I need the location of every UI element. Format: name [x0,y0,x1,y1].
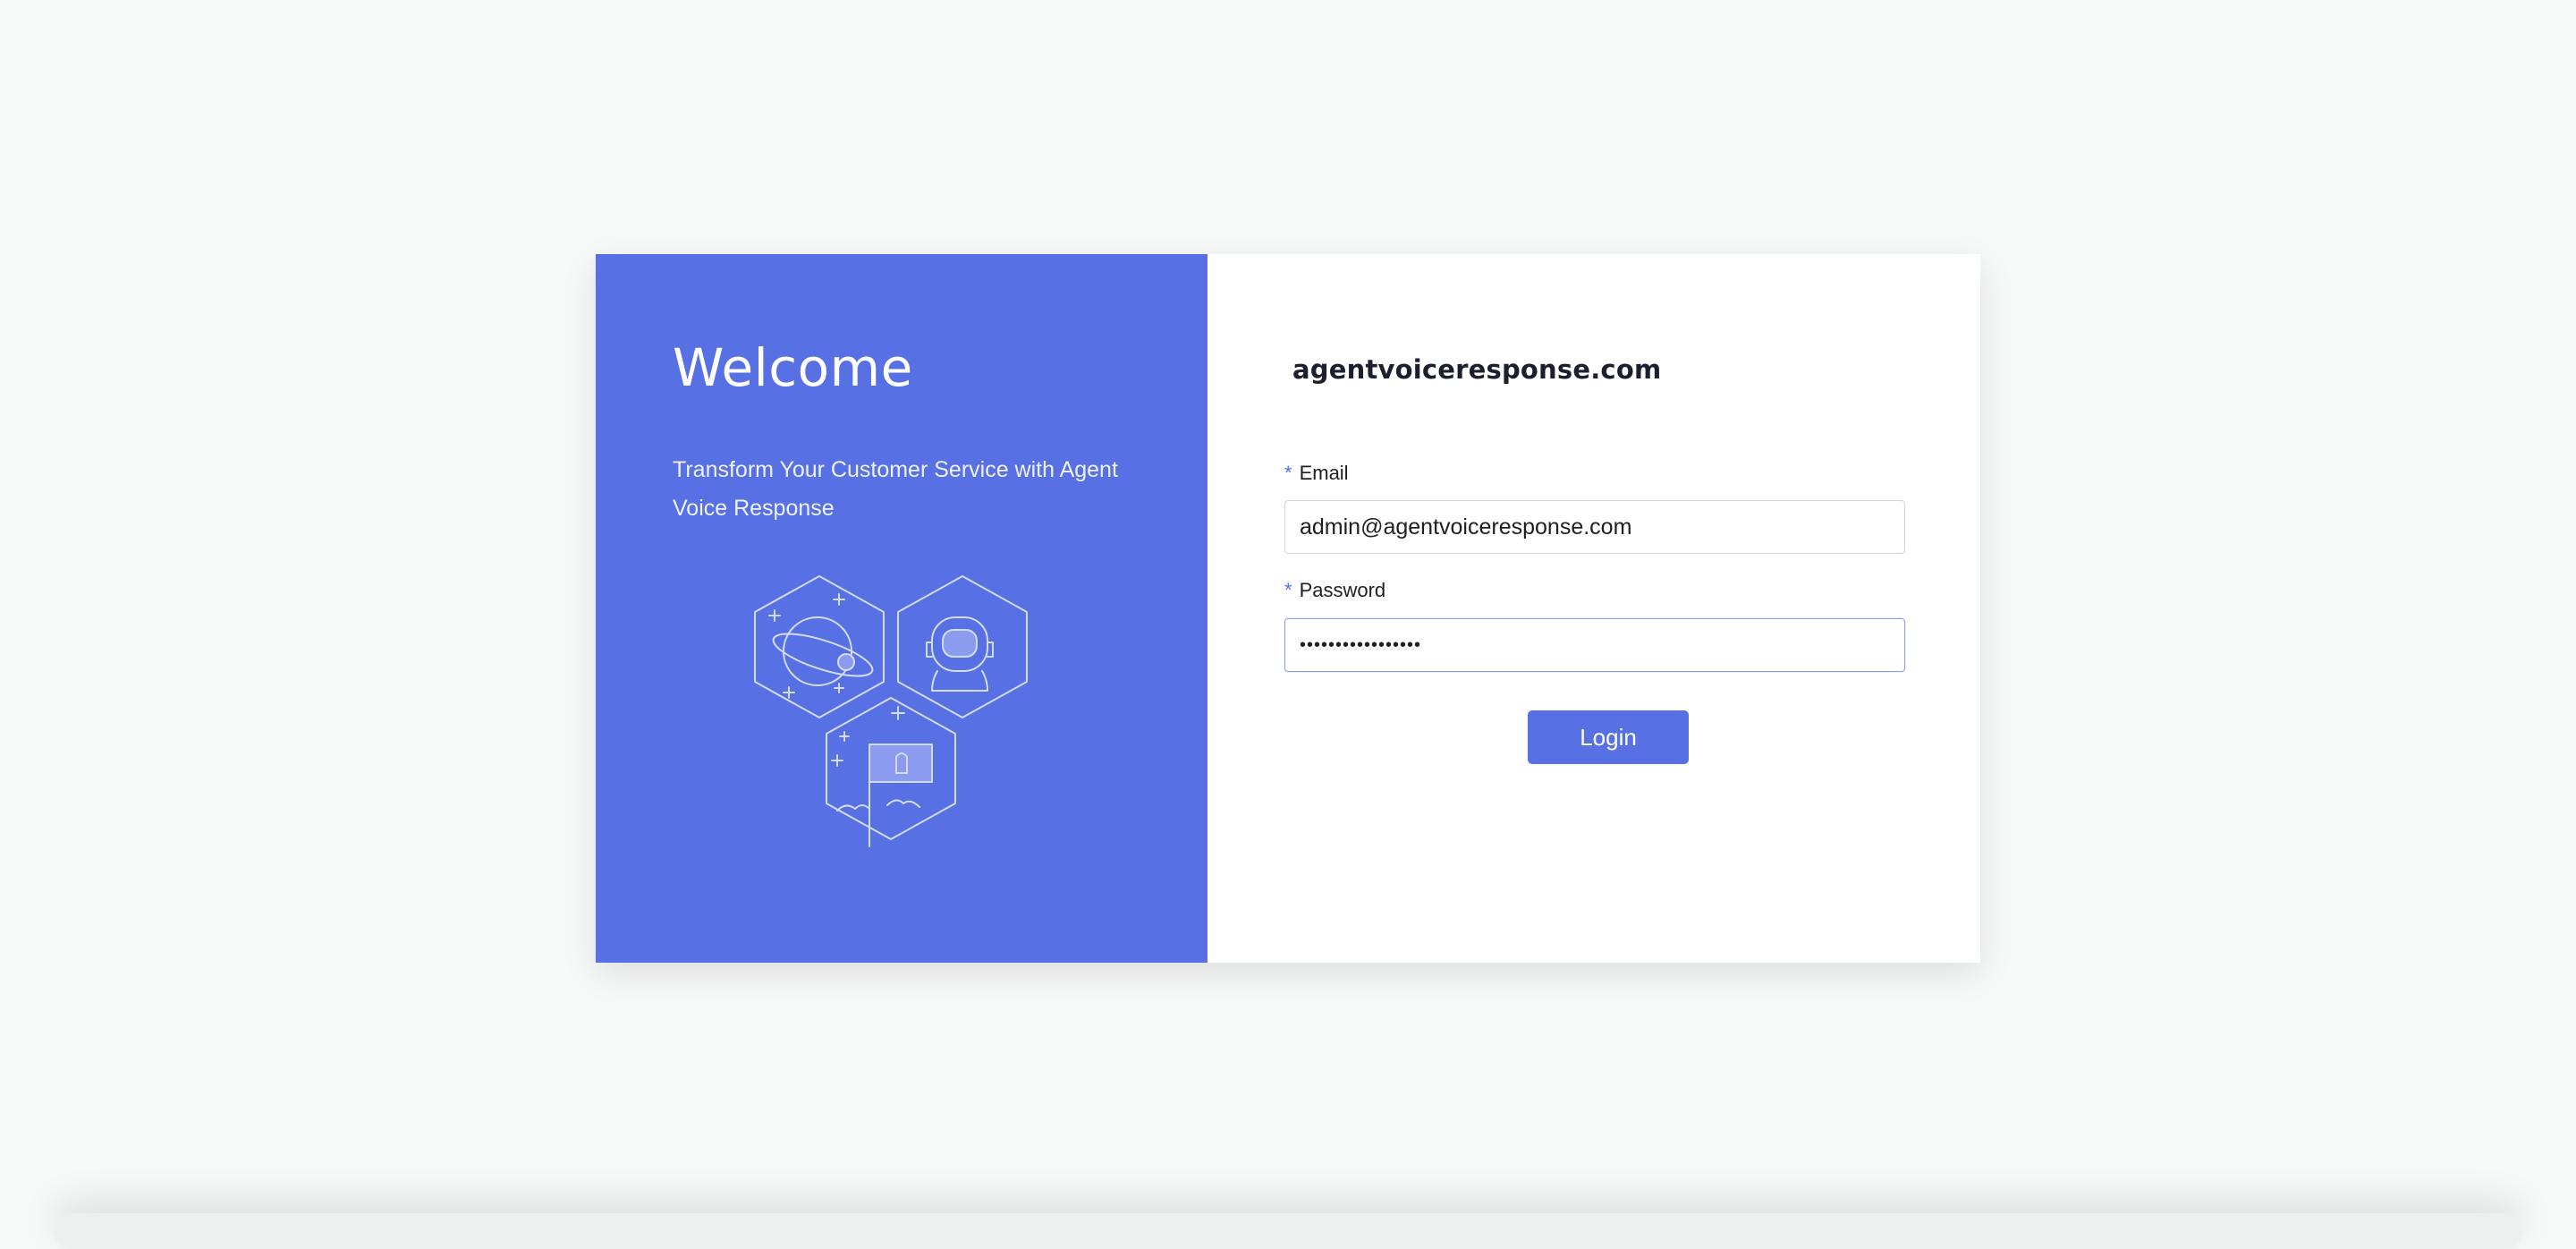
space-illustration-icon [754,575,1028,847]
brand-name: agentvoiceresponse.com [1292,354,1662,385]
email-label: * Email [1284,462,1349,485]
password-label-text: Password [1299,579,1386,601]
login-button[interactable]: Login [1528,710,1689,764]
password-label: * Password [1284,579,1385,602]
email-required-mark: * [1284,462,1292,484]
login-card: Welcome Transform Your Customer Service … [596,254,1980,963]
welcome-subtitle: Transform Your Customer Service with Age… [673,457,1118,521]
welcome-panel: Welcome Transform Your Customer Service … [596,254,1208,963]
password-required-mark: * [1284,579,1292,601]
login-form-panel: agentvoiceresponse.com * Email admin@agen… [1208,254,1980,963]
welcome-title: Welcome [673,337,913,398]
page-bottom-shadow [54,1213,2522,1249]
email-field[interactable]: admin@agentvoiceresponse.com [1284,500,1905,554]
password-field[interactable]: ••••••••••••••••• [1284,618,1905,672]
email-label-text: Email [1299,462,1349,484]
